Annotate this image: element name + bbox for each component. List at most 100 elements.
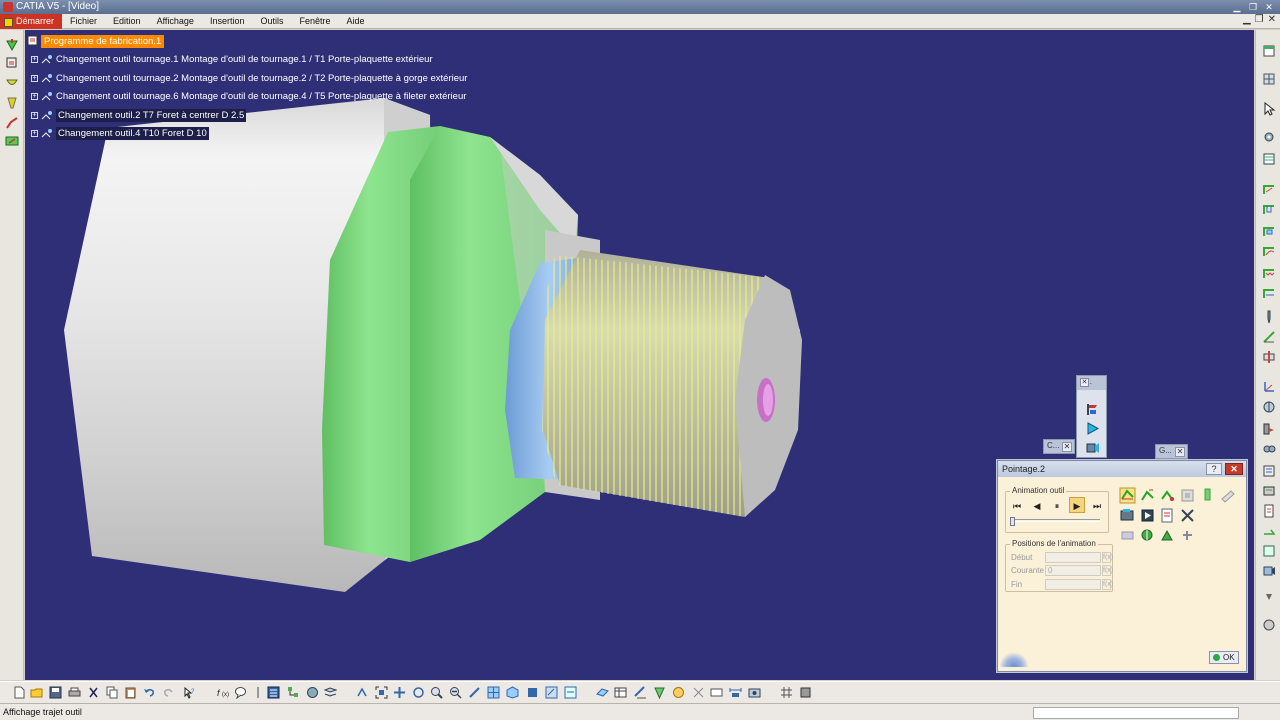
minimize-button[interactable]: ▁ [1230,1,1244,13]
photo-icon[interactable] [1179,507,1196,524]
shading-icon[interactable] [526,686,539,699]
pause-button[interactable]: ⏸ [1049,497,1065,513]
extra-tools-icon[interactable] [1262,618,1276,632]
nc-doc-icon[interactable] [1262,504,1276,518]
menu-fichier[interactable]: Fichier [62,14,105,29]
toolbar-g-close-icon[interactable]: ✕ [1175,447,1185,457]
menu-aide[interactable]: Aide [339,14,373,29]
dialog-close-button[interactable]: ✕ [1225,463,1243,475]
zoom-out-icon[interactable] [449,686,462,699]
fast-forward-button[interactable]: ⏭ [1089,497,1105,513]
help-button[interactable]: ? [1206,463,1222,475]
sketch-icon[interactable] [596,686,609,699]
render-icon[interactable] [672,686,685,699]
gear-icon[interactable] [1262,130,1276,144]
options-icon[interactable] [1179,527,1196,544]
tool-view-icon[interactable] [1179,487,1196,504]
tree-item-tool-change-outil-2[interactable]: Changement outil.2 T7 Foret à centrer D … [56,109,247,122]
menu-outils[interactable]: Outils [252,14,291,29]
macro-icon[interactable] [306,686,319,699]
tool-green-icon[interactable] [1199,487,1216,504]
normal-view-icon[interactable] [468,686,481,699]
toolbar-s-close-icon[interactable]: ✕ [1080,378,1089,387]
new-file-icon[interactable] [13,686,26,699]
layer-icon[interactable] [324,686,337,699]
redo-icon[interactable] [162,686,175,699]
capture-icon[interactable] [748,686,761,699]
flag-icon[interactable] [1085,402,1100,417]
save-icon[interactable] [49,686,62,699]
iso-view-icon[interactable] [506,686,519,699]
video-tool-icon[interactable] [1085,440,1100,455]
pan-icon[interactable] [393,686,406,699]
scale-icon[interactable] [252,686,265,699]
tree-expand-toggle[interactable]: + [31,75,38,82]
compass-icon[interactable] [780,686,793,699]
batch-icon[interactable] [1262,544,1276,558]
play-forward-button[interactable]: ▶ [1069,497,1085,513]
holder-icon[interactable] [1262,442,1276,456]
axis-system-icon[interactable] [1262,380,1276,394]
step-back-button[interactable]: ◀ [1029,497,1045,513]
formula-icon[interactable]: f (x) [216,686,229,699]
animation-slider[interactable] [1010,519,1100,522]
video-from-last-icon[interactable] [1139,507,1156,524]
tool-assembly-icon[interactable] [1262,422,1276,436]
undo-icon[interactable] [143,686,156,699]
report-icon[interactable] [1159,507,1176,524]
cut-icon[interactable] [87,686,100,699]
machine-icon[interactable] [1119,507,1136,524]
measure-icon[interactable] [634,686,647,699]
multi-view-icon[interactable] [487,686,500,699]
menu-demarrer[interactable]: Démarrer [0,13,63,29]
dimension-icon[interactable] [729,686,742,699]
whats-this-icon[interactable]: ? [183,686,196,699]
recess-op-icon[interactable] [1262,224,1276,238]
groove-op-icon[interactable] [1262,202,1276,216]
courante-field[interactable]: 0 [1045,565,1101,576]
swap-visible-icon[interactable] [564,686,577,699]
comment-icon[interactable] [234,686,247,699]
tree-expand-icon[interactable] [287,686,300,699]
roughing-op-icon[interactable] [1262,182,1276,196]
close-button[interactable]: ✕ [1262,1,1276,13]
catalog-icon[interactable] [267,686,280,699]
fin-formula-button[interactable]: f(x) [1102,579,1113,590]
doc-minimize-button[interactable]: ▁ [1243,14,1251,25]
profile-op-icon[interactable] [1262,244,1276,258]
tree-expand-toggle[interactable]: + [31,56,38,63]
paste-icon[interactable] [124,686,137,699]
clip-icon[interactable] [692,686,705,699]
play-icon[interactable] [1085,421,1100,436]
part-off-op-icon[interactable] [1262,350,1276,364]
video-icon[interactable] [1262,564,1276,578]
print-icon[interactable] [68,686,81,699]
tree-expand-toggle[interactable]: + [31,112,38,119]
rotate-icon[interactable] [412,686,425,699]
program-icon[interactable] [5,96,19,110]
compare-icon[interactable] [1159,527,1176,544]
select-arrow-icon[interactable] [1262,102,1276,116]
stock-icon[interactable] [1219,487,1236,504]
menu-fenetre[interactable]: Fenêtre [291,14,338,29]
part-icon[interactable] [799,686,812,699]
table-icon[interactable] [1262,152,1276,166]
zoom-in-icon[interactable] [430,686,443,699]
table-view-icon[interactable] [614,686,627,699]
spindle-icon[interactable] [1262,400,1276,414]
toolpath-cycle-icon[interactable] [1159,487,1176,504]
part-operation-icon[interactable] [5,76,19,90]
machining-operation-icon[interactable] [5,38,19,52]
thread-op-icon[interactable] [1262,266,1276,280]
analysis-icon[interactable] [1139,527,1156,544]
tree-expand-toggle[interactable]: + [31,130,38,137]
toolpath-green-icon[interactable] [1139,487,1156,504]
collision-icon[interactable] [1119,527,1136,544]
courante-formula-button[interactable]: f(x) [1102,565,1113,576]
tool-catalog-icon[interactable] [1262,464,1276,478]
ramp-op-icon[interactable] [1262,330,1276,344]
drill-op-icon[interactable] [1262,310,1276,324]
menu-insertion[interactable]: Insertion [202,14,253,29]
animation-slider-thumb[interactable] [1010,517,1015,526]
finish-op-icon[interactable] [1262,286,1276,300]
